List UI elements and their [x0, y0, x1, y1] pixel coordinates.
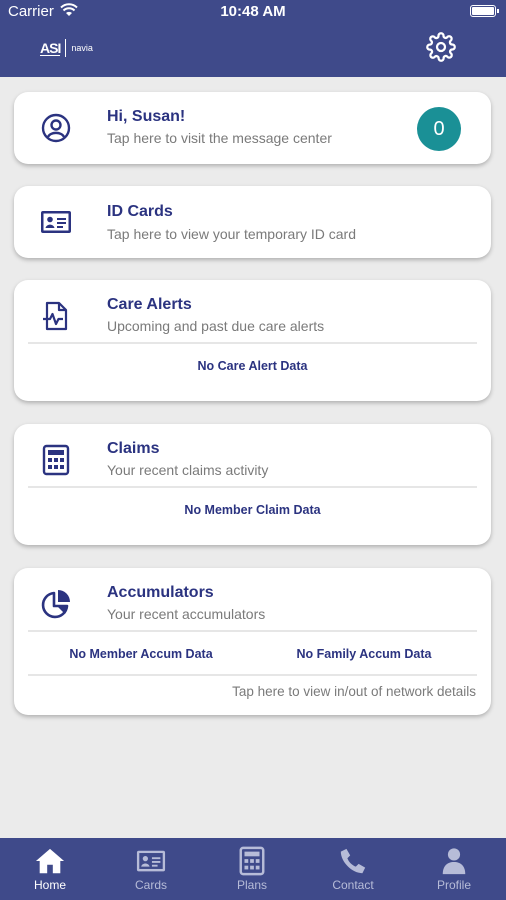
user-circle-icon [41, 113, 71, 143]
status-bar: Carrier 10:48 AM [0, 0, 506, 24]
card-divider [28, 342, 477, 344]
app-header: Carrier 10:48 AM ASI navia [0, 0, 506, 77]
logo-separator [65, 39, 67, 57]
person-icon [442, 848, 466, 875]
logo-asi-text: ASI [40, 39, 61, 56]
claims-title: Claims [107, 440, 160, 457]
health-document-icon [43, 301, 68, 331]
id-cards-title: ID Cards [107, 203, 173, 220]
calculator-icon [239, 846, 265, 876]
tab-home[interactable]: Home [0, 838, 100, 900]
phone-icon [340, 848, 366, 874]
card-divider [28, 630, 477, 632]
logo-navia-text: navia [71, 43, 93, 53]
id-cards-subtitle: Tap here to view your temporary ID card [107, 226, 356, 242]
card-divider [28, 674, 477, 676]
tab-cards-label: Cards [134, 878, 167, 892]
claims-subtitle: Your recent claims activity [107, 462, 269, 478]
tab-plans[interactable]: Plans [202, 838, 302, 900]
greeting-subtitle: Tap here to visit the message center [107, 130, 332, 146]
pie-chart-icon [41, 590, 70, 619]
tab-cards[interactable]: Cards [101, 838, 201, 900]
tab-plans-label: Plans [236, 878, 268, 892]
tab-profile[interactable]: Profile [404, 838, 504, 900]
gear-icon[interactable] [426, 32, 456, 62]
battery-icon [470, 5, 499, 17]
id-card-icon [136, 850, 166, 872]
family-accum-empty-text: No Family Accum Data [296, 647, 432, 661]
greeting-title: Hi, Susan! [107, 108, 186, 125]
message-count-badge[interactable]: 0 [417, 107, 461, 151]
tab-home-label: Home [33, 878, 66, 892]
care-alerts-title: Care Alerts [107, 296, 192, 313]
care-alerts-card[interactable]: Care Alerts Upcoming and past due care a… [14, 280, 491, 401]
id-cards-card[interactable]: ID Cards Tap here to view your temporary… [14, 186, 491, 258]
greeting-card[interactable]: Hi, Susan! Tap here to visit the message… [14, 92, 491, 164]
claims-empty-text: No Member Claim Data [184, 503, 321, 517]
claims-card[interactable]: Claims Your recent claims activity No Me… [14, 424, 491, 545]
id-card-icon [41, 211, 71, 233]
bottom-tab-bar: Home Cards Plans Contact Profile [0, 838, 506, 900]
accumulators-title: Accumulators [107, 584, 214, 601]
tab-contact-label: Contact [332, 878, 374, 892]
status-time: 10:48 AM [220, 3, 286, 20]
card-divider [28, 486, 477, 488]
home-icon [35, 848, 65, 874]
calculator-icon [42, 444, 70, 476]
care-alerts-empty-text: No Care Alert Data [197, 359, 308, 373]
accumulators-subtitle: Your recent accumulators [107, 606, 266, 622]
care-alerts-subtitle: Upcoming and past due care alerts [107, 318, 325, 334]
tab-contact[interactable]: Contact [303, 838, 403, 900]
network-details-link[interactable]: Tap here to view in/out of network detai… [232, 684, 476, 699]
member-accum-empty-text: No Member Accum Data [69, 647, 213, 661]
accumulators-card[interactable]: Accumulators Your recent accumulators No… [14, 568, 491, 715]
company-logo: ASI navia [40, 38, 93, 58]
tab-profile-label: Profile [436, 878, 471, 892]
